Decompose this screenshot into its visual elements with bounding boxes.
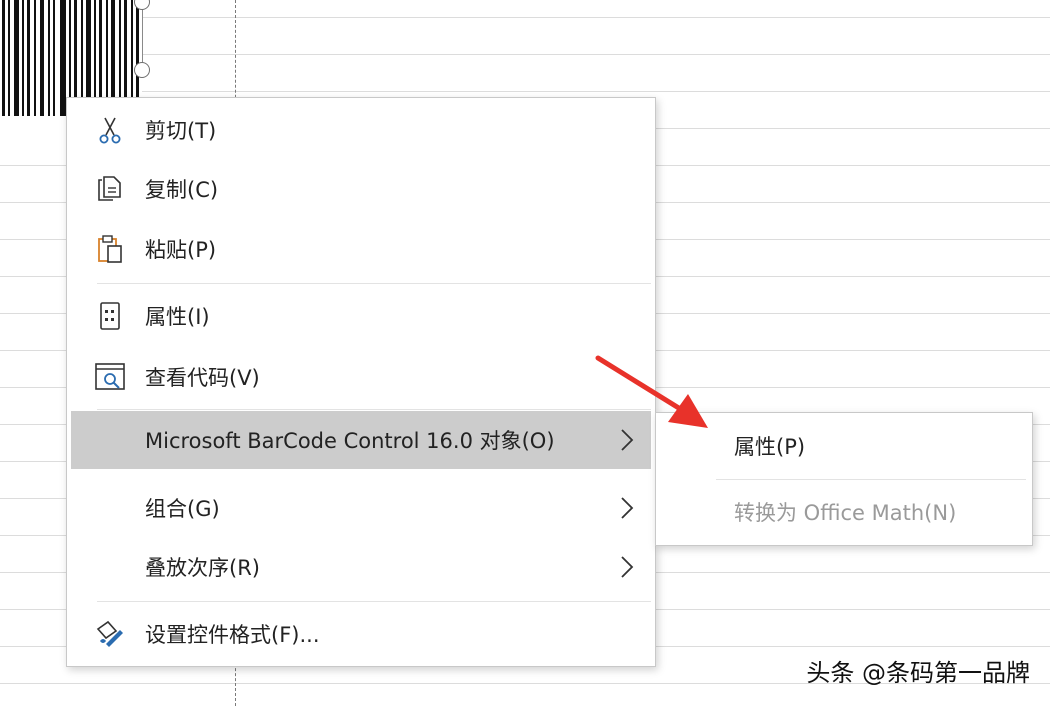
menu-item-group[interactable]: 组合(G) (71, 479, 651, 537)
scissors-icon (93, 113, 127, 147)
format-control-icon (93, 617, 127, 651)
menu-item-view-code[interactable]: 查看代码(V) (71, 348, 651, 406)
menu-item-cut[interactable]: 剪切(T) (71, 101, 651, 159)
menu-separator (97, 601, 651, 602)
menu-item-label: 查看代码(V) (145, 366, 260, 390)
menu-item-label: 复制(C) (145, 178, 219, 202)
paste-icon (93, 232, 127, 266)
menu-item-label: 叠放次序(R) (145, 556, 260, 580)
copy-icon (93, 172, 127, 206)
watermark: 头条 @条码第一品牌 (806, 659, 1030, 687)
context-menu: 剪切(T) 复制(C) 粘贴(P) 属性(I) 查看代码(V) Microsof… (66, 97, 656, 667)
menu-item-label: 设置控件格式(F)... (145, 623, 320, 647)
menu-item-label: 属性(I) (145, 305, 210, 329)
menu-item-order[interactable]: 叠放次序(R) (71, 538, 651, 596)
menu-item-label: 属性(P) (734, 435, 806, 459)
menu-item-copy[interactable]: 复制(C) (71, 160, 651, 218)
menu-separator (716, 479, 1026, 480)
menu-item-label: 剪切(T) (145, 119, 217, 143)
resize-handle[interactable] (134, 62, 150, 78)
annotation-arrow (595, 355, 708, 428)
chevron-right-icon (617, 495, 637, 521)
menu-item-label: 转换为 Office Math(N) (734, 501, 957, 525)
menu-item-label: Microsoft BarCode Control 16.0 对象(O) (145, 429, 555, 453)
menu-item-barcode-object[interactable]: Microsoft BarCode Control 16.0 对象(O) (71, 411, 651, 469)
properties-icon (93, 299, 127, 333)
submenu-item-convert-office-math: 转换为 Office Math(N) (660, 483, 1028, 541)
view-code-icon (93, 360, 127, 394)
menu-separator (97, 283, 651, 284)
menu-item-properties[interactable]: 属性(I) (71, 287, 651, 345)
menu-item-format-control[interactable]: 设置控件格式(F)... (71, 605, 651, 663)
menu-item-label: 粘贴(P) (145, 238, 217, 262)
menu-item-paste[interactable]: 粘贴(P) (71, 220, 651, 278)
menu-item-label: 组合(G) (145, 497, 220, 521)
chevron-right-icon (617, 554, 637, 580)
menu-separator (97, 409, 651, 410)
